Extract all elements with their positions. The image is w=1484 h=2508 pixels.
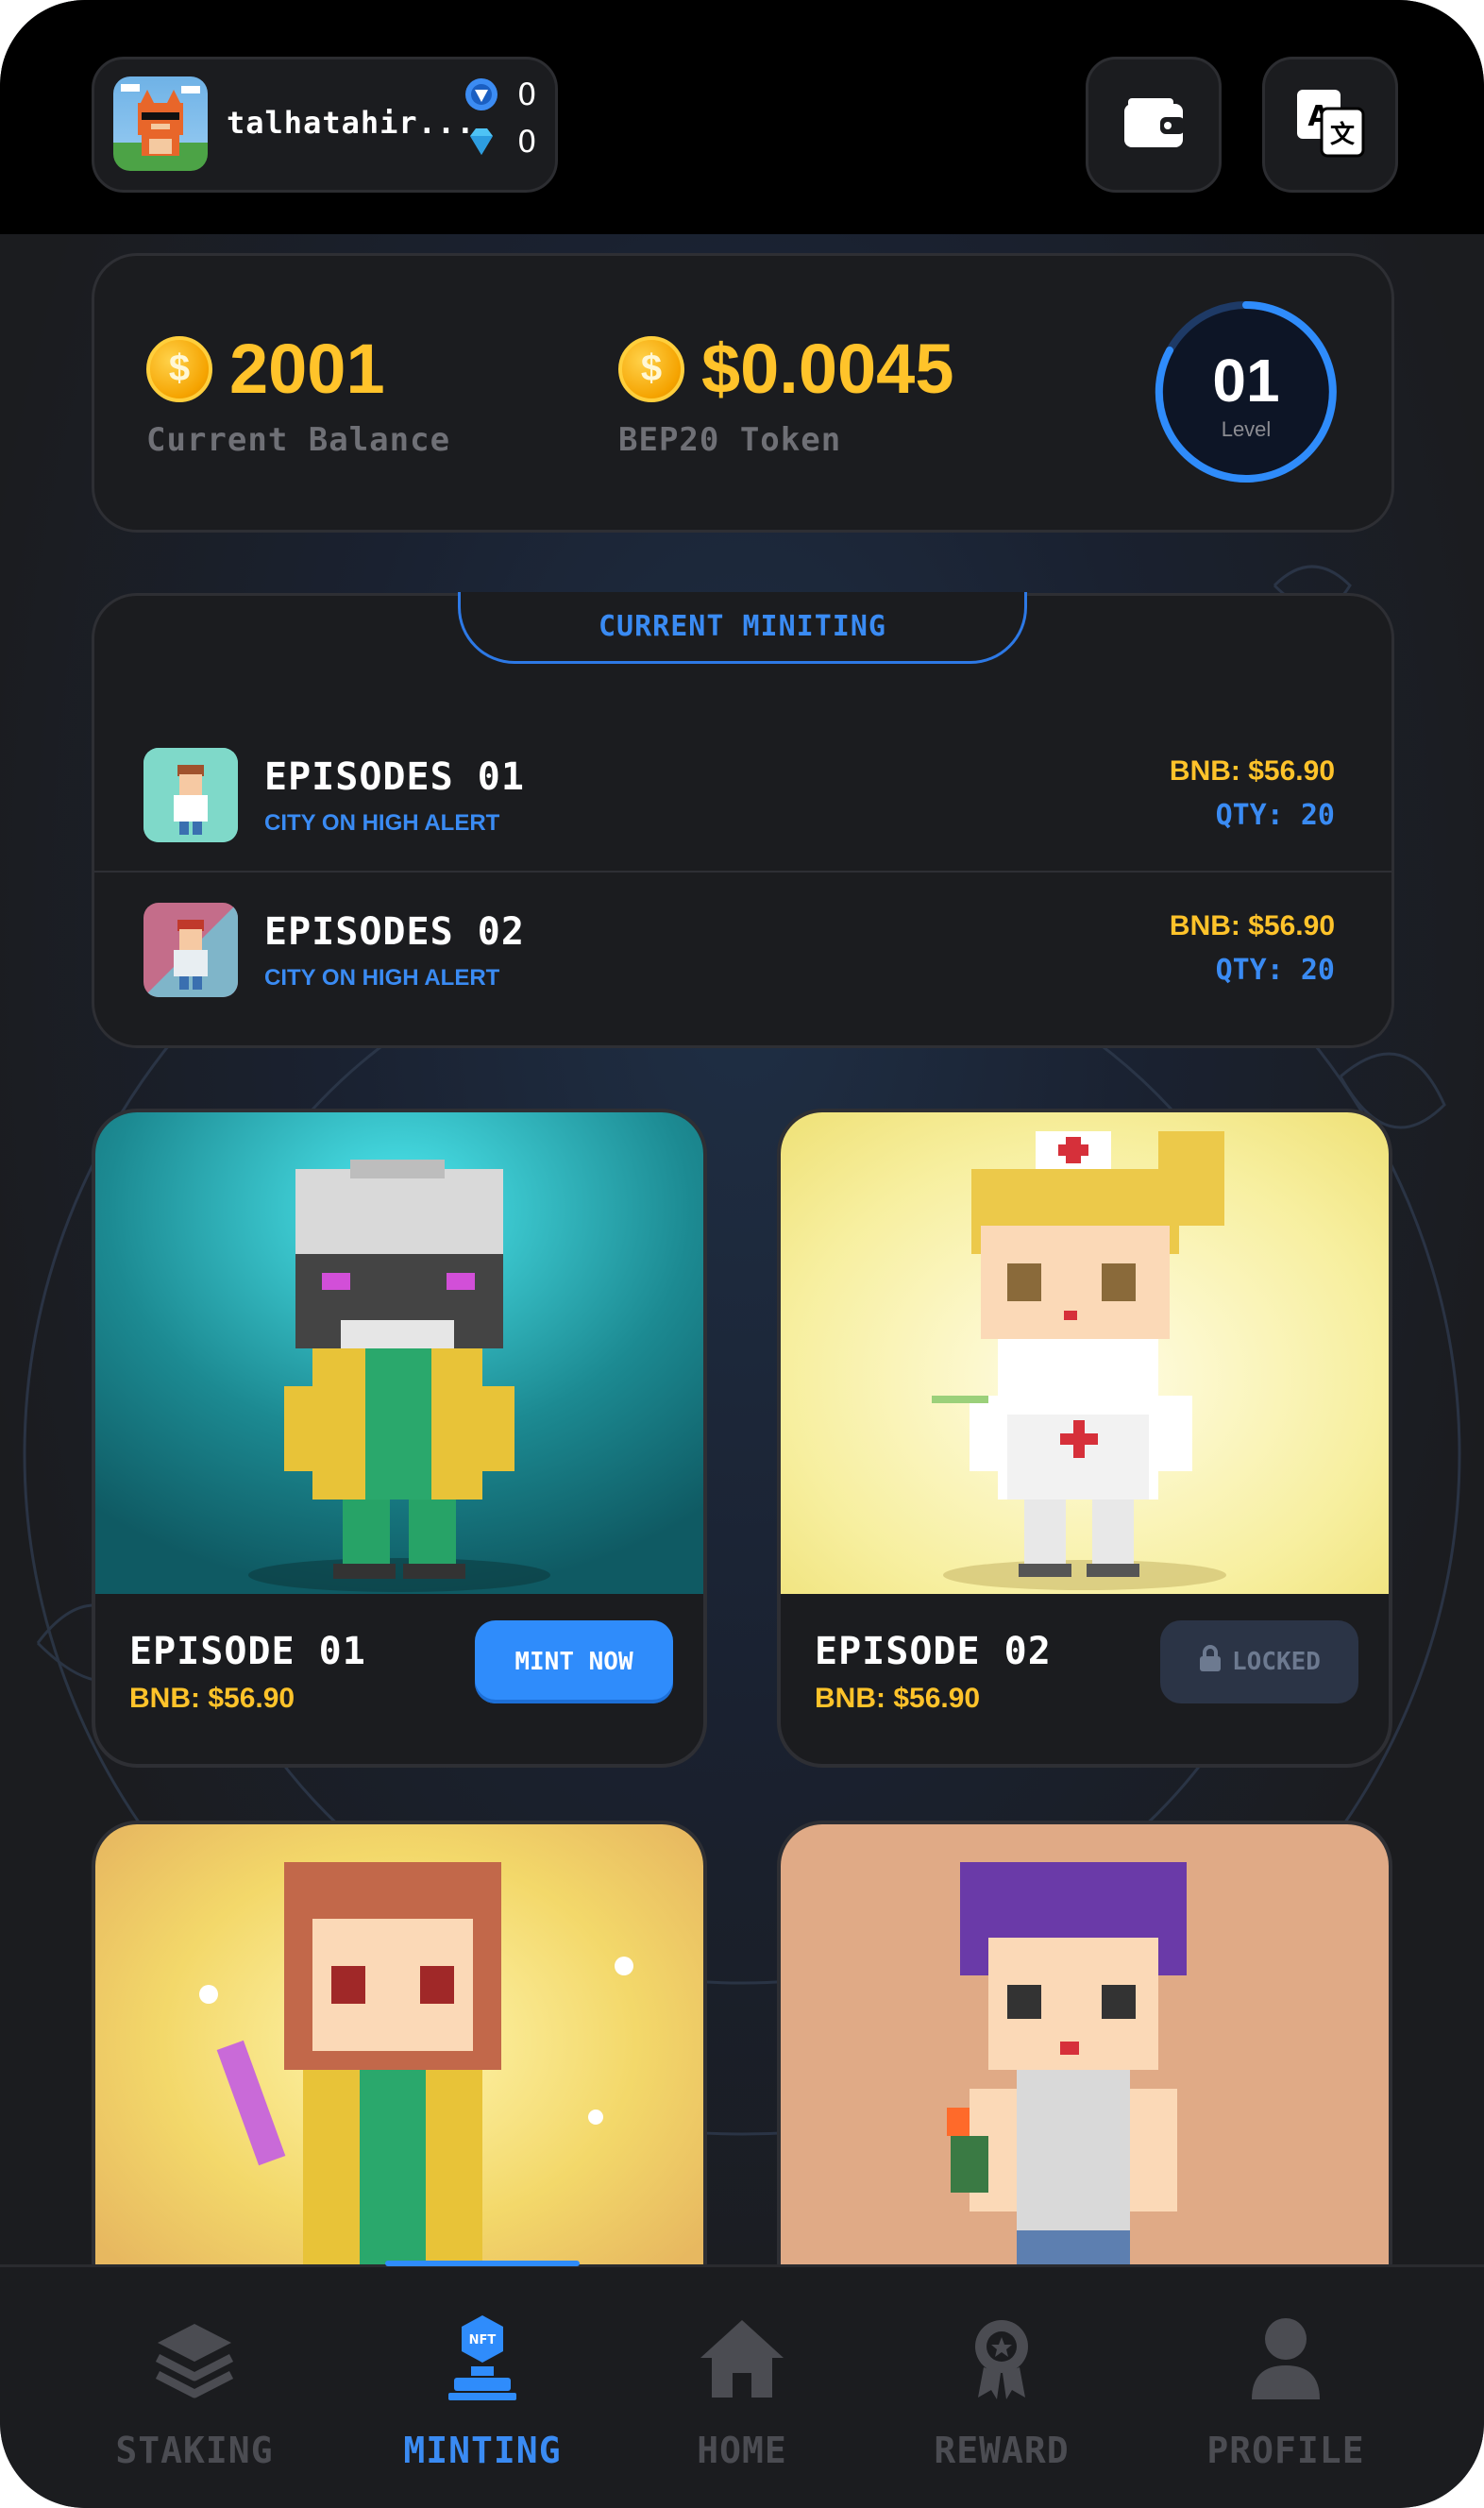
layers-icon [53,2307,336,2411]
username: talhatahir... [227,105,476,141]
avatar [113,76,208,171]
episode-qty: QTY: 20 [1215,799,1335,832]
nav-label: REWARD [934,2430,1070,2471]
nav-item-staking[interactable]: STAKING [53,2267,336,2508]
episode-price: BNB: $56.90 [1169,755,1335,787]
nav-label: PROFILE [1206,2430,1365,2471]
token-price-label: BEP20 Token [618,421,842,459]
list-item[interactable]: EPISODES 02 CITY ON HIGH ALERT BNB: $56.… [94,867,1391,1018]
level-label: Level [1221,417,1272,441]
token-balance: 0 [464,76,536,112]
episode-subtitle: CITY ON HIGH ALERT [264,810,500,836]
current-minting-tab[interactable]: CURRENT MINITING [458,592,1027,664]
nft-card-episode-02[interactable]: EPISODE 02 BNB: $56.90 LOCKED [777,1109,1392,1768]
nft-title: EPISODE 01 [129,1630,366,1673]
wallet-icon [1122,96,1185,153]
episode-title: EPISODES 01 [264,755,525,799]
diamond-icon [464,125,498,159]
svg-text:NFT: NFT [469,2333,497,2347]
episode-thumbnail [143,903,238,997]
level-badge: 01 Level [1151,297,1341,487]
nft-artwork [95,1112,703,1594]
locked-button[interactable]: LOCKED [1160,1620,1358,1703]
nft-artwork [781,1112,1389,1594]
locked-label: LOCKED [1232,1648,1321,1676]
user-profile-chip[interactable]: talhatahir... 0 0 [92,57,558,193]
episode-title: EPISODES 02 [264,910,525,954]
award-icon [860,2307,1143,2411]
nft-artwork [95,1824,703,2306]
episode-price: BNB: $56.90 [1169,910,1335,941]
level-number: 01 [1212,347,1280,415]
current-balance: $ 2001 [146,329,385,409]
wallet-button[interactable] [1086,57,1222,193]
language-button[interactable]: A文 [1262,57,1398,193]
nav-item-profile[interactable]: PROFILE [1144,2267,1427,2508]
token-icon [464,77,498,111]
nft-title: EPISODE 02 [815,1630,1052,1673]
translate-icon: A文 [1295,88,1365,161]
home-icon [600,2307,884,2411]
nft-price: BNB: $56.90 [815,1683,981,1714]
nft-mint-icon: NFT [341,2307,624,2411]
nav-item-home[interactable]: HOME [600,2267,884,2508]
list-item[interactable]: EPISODES 01 CITY ON HIGH ALERT BNB: $56.… [94,712,1391,863]
token-price: $ $0.0045 [618,329,954,409]
nav-label: STAKING [115,2430,274,2471]
nft-card-episode-04[interactable] [777,1821,1392,2312]
app-screen: talhatahir... 0 0 A文 $ 2001 Current Bala… [0,0,1484,2508]
lock-icon [1198,1644,1223,1680]
episode-thumbnail [143,748,238,842]
token-price-value: $0.0045 [701,330,954,408]
current-balance-value: 2001 [229,330,385,408]
nav-label: HOME [697,2430,787,2471]
current-balance-label: Current Balance [146,421,451,459]
nav-item-minting[interactable]: NFT MINTING [341,2267,624,2508]
user-icon [1144,2307,1427,2411]
bottom-navigation: STAKING NFT MINTING HOME REWARD PROFILE [0,2264,1484,2508]
nft-card-episode-01[interactable]: EPISODE 01 BNB: $56.90 MINT NOW [92,1109,707,1768]
nft-card-episode-03[interactable] [92,1821,707,2312]
top-header: talhatahir... 0 0 A文 [0,0,1484,234]
coin-icon: $ [146,335,212,402]
nav-label: MINTING [403,2430,562,2471]
token-count: 0 [517,76,537,112]
gem-count: 0 [517,124,537,160]
svg-text:文: 文 [1330,120,1356,149]
nft-price: BNB: $56.90 [129,1683,295,1714]
nav-item-reward[interactable]: REWARD [860,2267,1143,2508]
mint-now-button[interactable]: MINT NOW [475,1620,673,1703]
nft-artwork [781,1824,1389,2306]
coin-icon: $ [618,335,684,402]
gem-balance: 0 [464,124,536,160]
active-tab-indicator [385,2261,580,2266]
episode-subtitle: CITY ON HIGH ALERT [264,965,500,991]
episode-qty: QTY: 20 [1215,954,1335,987]
